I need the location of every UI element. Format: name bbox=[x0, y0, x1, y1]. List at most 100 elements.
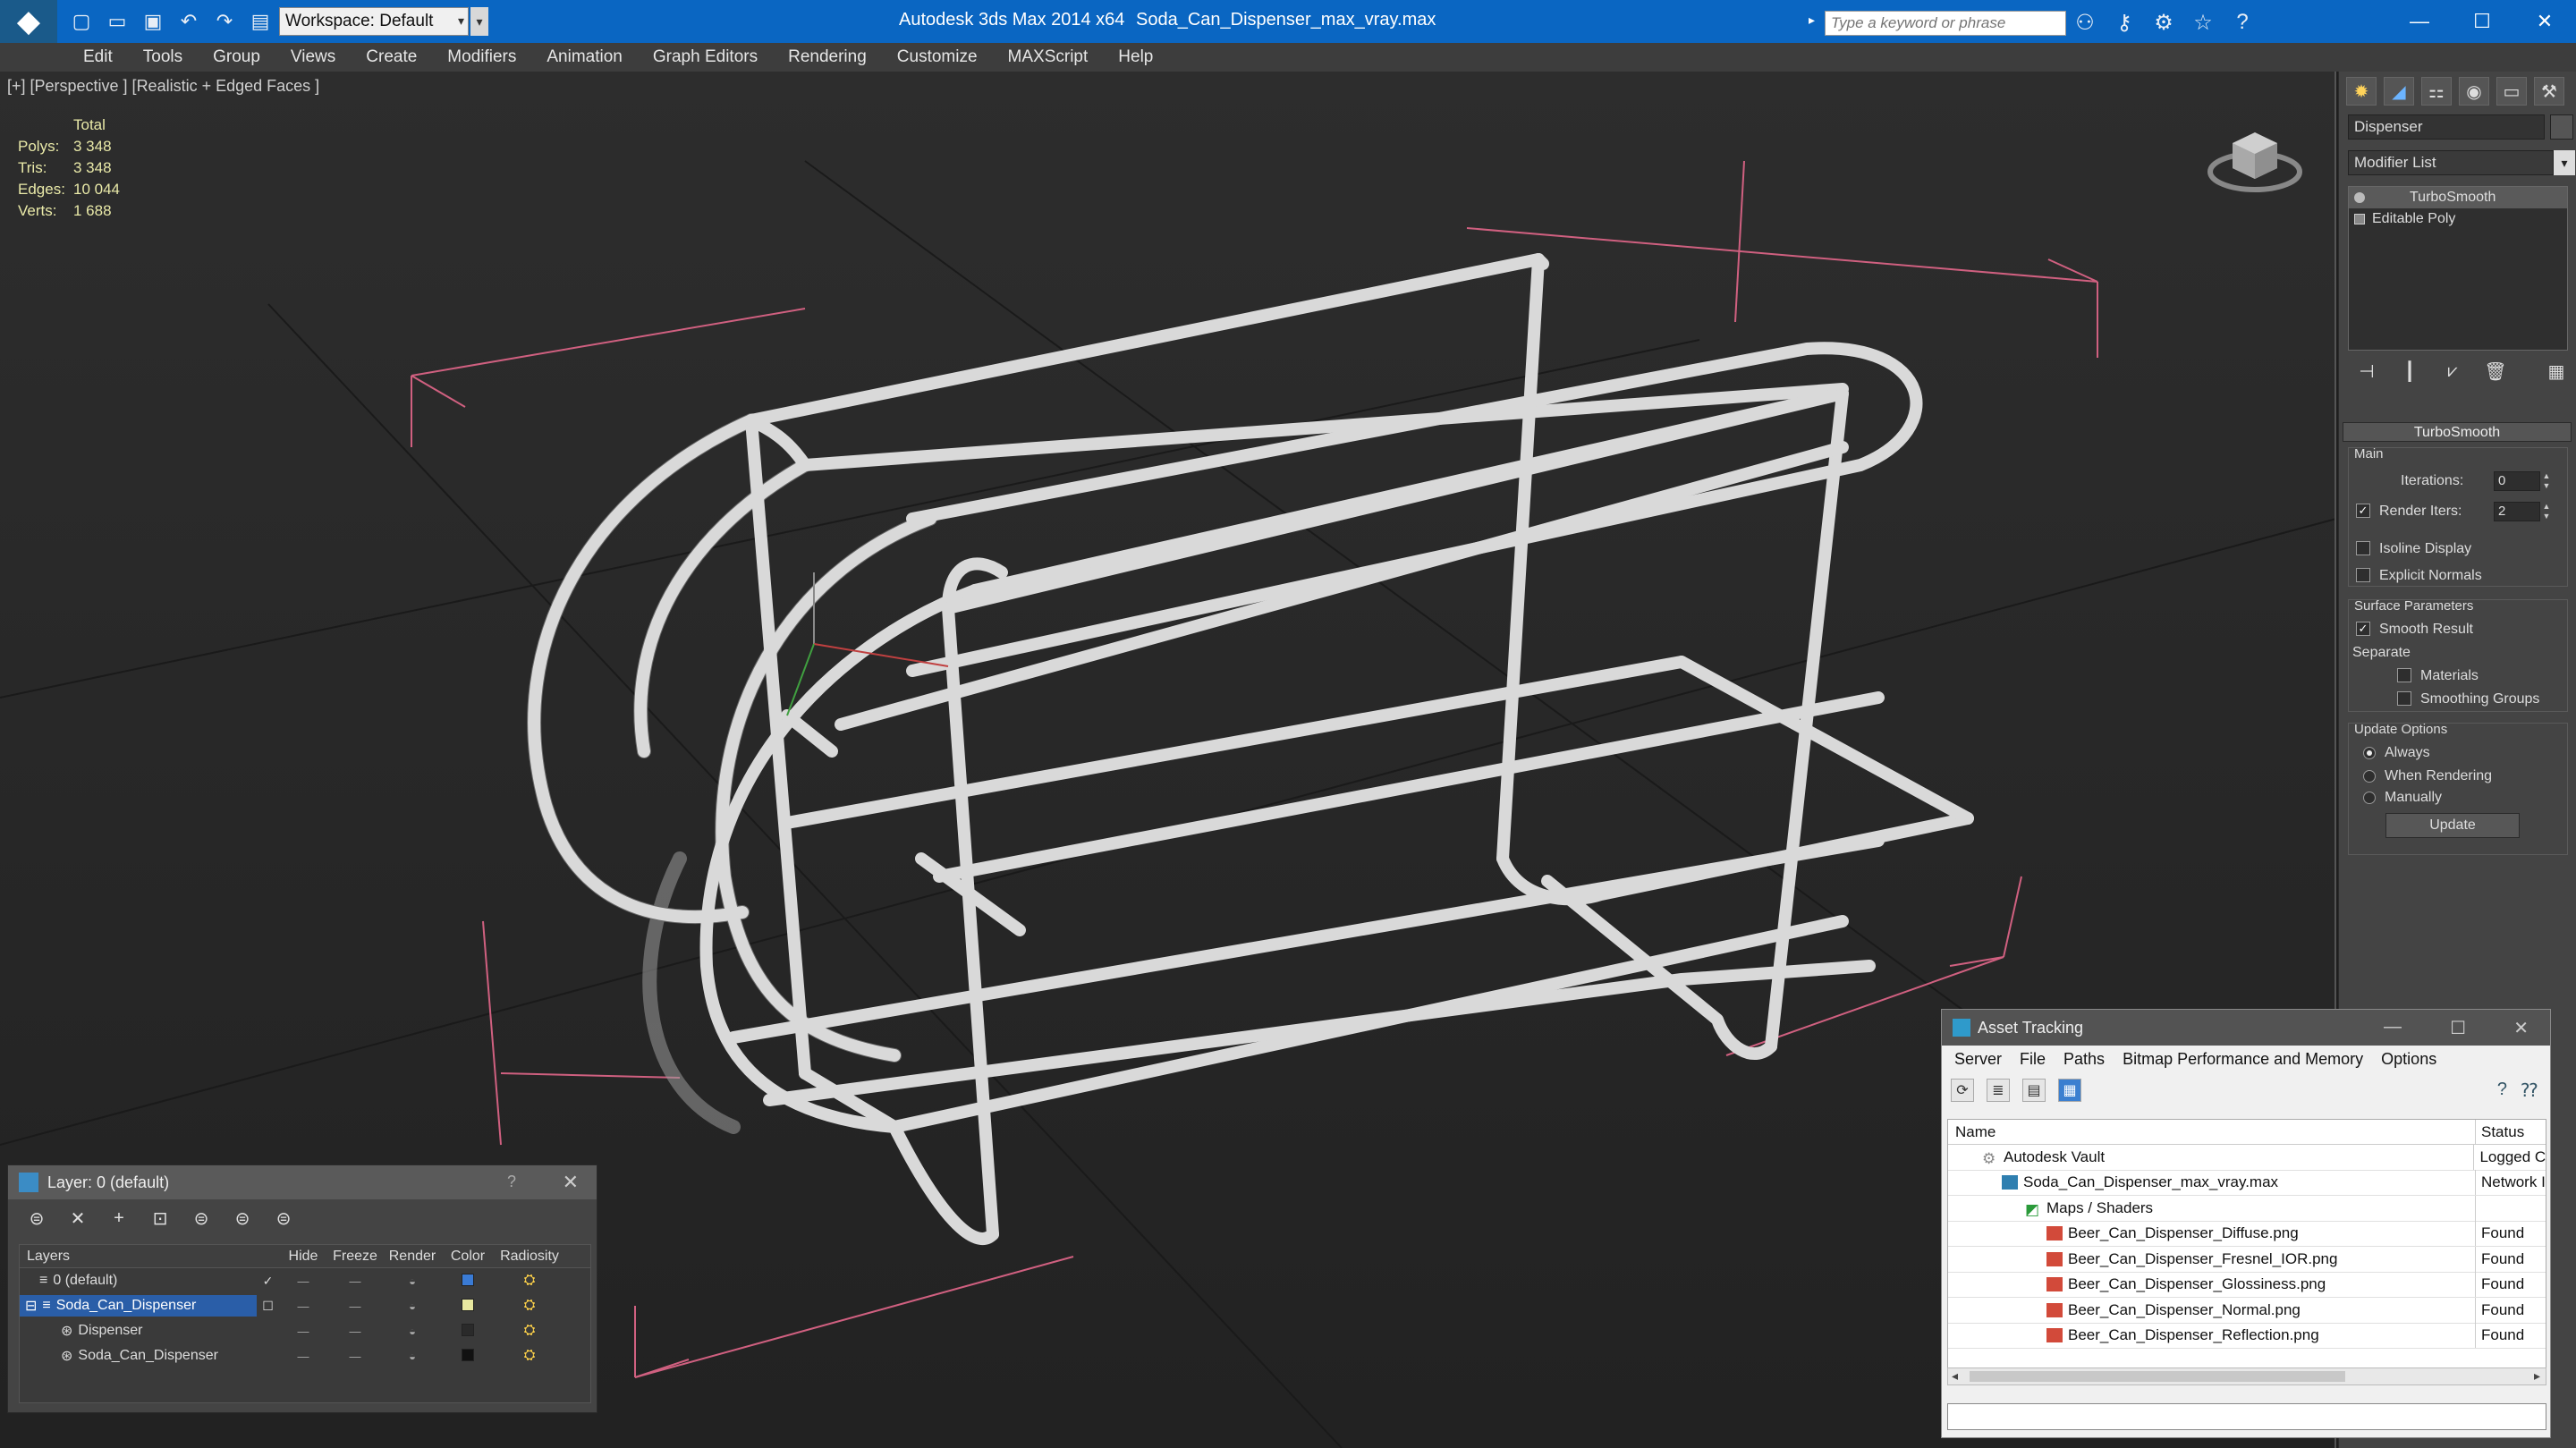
detail-view-icon[interactable]: ▤ bbox=[2022, 1079, 2046, 1102]
show-end-result-icon[interactable]: ┃ bbox=[2396, 358, 2423, 385]
freeze-toggle-icon[interactable]: — bbox=[327, 1274, 383, 1288]
modify-tab-icon[interactable]: ◢ bbox=[2384, 77, 2414, 106]
expand-icon[interactable] bbox=[2354, 214, 2365, 224]
asset-row[interactable]: Beer_Can_Dispenser_Diffuse.png Found bbox=[1948, 1221, 2546, 1247]
layer-row[interactable]: ⊛ Soda_Can_Dispenser — — ◒ ⛭ bbox=[20, 1343, 590, 1368]
close-icon[interactable]: ✕ bbox=[563, 1171, 579, 1194]
highlight-layer-icon[interactable]: ⊜ bbox=[191, 1207, 212, 1229]
update-button[interactable]: Update bbox=[2385, 813, 2520, 838]
undo-icon[interactable]: ↶ bbox=[175, 8, 202, 35]
smoothing-groups-checkbox[interactable] bbox=[2397, 691, 2411, 706]
menu-graph-editors[interactable]: Graph Editors bbox=[638, 47, 773, 67]
object-color-swatch[interactable] bbox=[2550, 114, 2573, 140]
save-file-icon[interactable]: ▣ bbox=[140, 8, 166, 35]
help-icon[interactable]: ? bbox=[2497, 1080, 2507, 1100]
isoline-display-checkbox[interactable] bbox=[2356, 541, 2370, 555]
object-color-swatch[interactable] bbox=[462, 1348, 474, 1361]
hide-toggle-icon[interactable]: — bbox=[279, 1300, 327, 1313]
favorites-star-icon[interactable]: ☆ bbox=[2190, 9, 2216, 36]
render-iters-spinner[interactable]: 2 bbox=[2494, 502, 2540, 521]
asset-tracking-title-bar[interactable]: Asset Tracking — ☐ ✕ bbox=[1942, 1010, 2550, 1046]
scroll-left-icon[interactable]: ◂ bbox=[1952, 1368, 1958, 1384]
refresh-icon[interactable]: ⟳ bbox=[1951, 1079, 1974, 1102]
stack-item-editable-poly[interactable]: Editable Poly bbox=[2349, 208, 2567, 230]
asset-row[interactable]: ⚙ Autodesk Vault Logged C bbox=[1948, 1144, 2546, 1171]
layer-row[interactable]: ≡ 0 (default) ✓ — — ◒ ⛭ bbox=[20, 1268, 590, 1293]
col-layers[interactable]: Layers bbox=[20, 1249, 279, 1265]
make-unique-icon[interactable]: ⩗ bbox=[2439, 358, 2466, 385]
delete-layer-icon[interactable]: ✕ bbox=[67, 1207, 89, 1229]
freeze-all-layers-icon[interactable]: ⊜ bbox=[273, 1207, 294, 1229]
hide-toggle-icon[interactable]: — bbox=[279, 1325, 327, 1338]
minimize-icon[interactable]: — bbox=[2384, 1017, 2402, 1037]
render-toggle-icon[interactable]: ◒ bbox=[383, 1325, 442, 1338]
when-rendering-radio[interactable] bbox=[2363, 770, 2376, 783]
viewport-label[interactable]: [+] [Perspective ] [Realistic + Edged Fa… bbox=[7, 77, 319, 96]
menu-server[interactable]: Server bbox=[1947, 1050, 2012, 1069]
always-radio[interactable] bbox=[2363, 747, 2376, 759]
select-in-layer-icon[interactable]: ⊡ bbox=[149, 1207, 171, 1229]
communication-icon[interactable]: ⚙ bbox=[2150, 9, 2177, 36]
render-iters-checkbox[interactable]: ✓ bbox=[2356, 504, 2370, 518]
app-logo-icon[interactable]: ◆ bbox=[0, 0, 57, 43]
new-file-icon[interactable]: ▢ bbox=[68, 8, 95, 35]
pin-stack-icon[interactable]: ⊣ bbox=[2353, 358, 2380, 385]
freeze-toggle-icon[interactable]: — bbox=[327, 1350, 383, 1363]
configure-sets-icon[interactable]: ▦ bbox=[2543, 358, 2570, 385]
current-layer-check-icon[interactable]: ✓ bbox=[257, 1274, 279, 1289]
new-layer-icon[interactable]: ⊜ bbox=[26, 1207, 47, 1229]
close-icon[interactable]: ✕ bbox=[2513, 1017, 2529, 1039]
layer-row[interactable]: ⊟ ≡ Soda_Can_Dispenser ☐ — — ◒ ⛭ bbox=[20, 1293, 590, 1318]
layer-row[interactable]: ⊛ Dispenser — — ◒ ⛭ bbox=[20, 1318, 590, 1343]
create-tab-icon[interactable]: ✹ bbox=[2346, 77, 2377, 106]
menu-rendering[interactable]: Rendering bbox=[773, 47, 882, 67]
lightbulb-icon[interactable] bbox=[2354, 192, 2365, 203]
asset-row[interactable]: ◩ Maps / Shaders bbox=[1948, 1195, 2546, 1222]
menu-paths[interactable]: Paths bbox=[2056, 1050, 2115, 1069]
asset-row[interactable]: Beer_Can_Dispenser_Reflection.png Found bbox=[1948, 1323, 2546, 1349]
menu-tools[interactable]: Tools bbox=[128, 47, 198, 67]
asset-path-field[interactable] bbox=[1947, 1403, 2546, 1430]
menu-bitmap-performance[interactable]: Bitmap Performance and Memory bbox=[2115, 1050, 2374, 1069]
list-view-icon[interactable]: ≣ bbox=[1987, 1079, 2010, 1102]
radiosity-icon[interactable]: ⛭ bbox=[494, 1323, 565, 1339]
open-file-icon[interactable]: ▭ bbox=[104, 8, 131, 35]
radiosity-icon[interactable]: ⛭ bbox=[494, 1348, 565, 1364]
radiosity-icon[interactable]: ⛭ bbox=[494, 1298, 565, 1314]
hide-toggle-icon[interactable]: — bbox=[279, 1350, 327, 1363]
radiosity-icon[interactable]: ⛭ bbox=[494, 1273, 565, 1289]
object-color-swatch[interactable] bbox=[462, 1323, 474, 1336]
chevron-down-icon[interactable]: ▾ bbox=[2554, 150, 2575, 175]
redo-icon[interactable]: ↷ bbox=[211, 8, 238, 35]
col-color[interactable]: Color bbox=[442, 1249, 494, 1265]
menu-create[interactable]: Create bbox=[351, 47, 432, 67]
modifier-list-dropdown[interactable]: Modifier List bbox=[2348, 150, 2554, 175]
table-view-icon[interactable]: ▦ bbox=[2058, 1079, 2081, 1102]
motion-tab-icon[interactable]: ◉ bbox=[2459, 77, 2489, 106]
search-expand-icon[interactable]: ▸ bbox=[1809, 13, 1823, 32]
scrollbar-thumb[interactable] bbox=[1970, 1371, 2345, 1382]
menu-file[interactable]: File bbox=[2012, 1050, 2056, 1069]
menu-help[interactable]: Help bbox=[1103, 47, 1168, 67]
iterations-spinner[interactable]: 0 bbox=[2494, 471, 2540, 491]
menu-maxscript[interactable]: MAXScript bbox=[993, 47, 1104, 67]
maximize-icon[interactable]: ☐ bbox=[2450, 1017, 2466, 1039]
col-render[interactable]: Render bbox=[383, 1249, 442, 1265]
spinner-arrows-icon[interactable]: ▲ ▼ bbox=[2540, 502, 2553, 521]
utilities-tab-icon[interactable]: ⚒ bbox=[2534, 77, 2564, 106]
help-icon[interactable]: ? bbox=[507, 1173, 516, 1191]
maximize-icon[interactable]: ☐ bbox=[2451, 0, 2513, 43]
menu-modifiers[interactable]: Modifiers bbox=[432, 47, 531, 67]
search-input[interactable] bbox=[1825, 11, 2066, 36]
stack-item-turbosmooth[interactable]: TurboSmooth bbox=[2349, 187, 2567, 208]
collapse-icon[interactable]: ⊟ bbox=[25, 1297, 37, 1315]
context-help-icon[interactable]: ⁇ bbox=[2521, 1080, 2538, 1102]
asset-row[interactable]: Soda_Can_Dispenser_max_vray.max Network … bbox=[1948, 1170, 2546, 1196]
asset-row[interactable]: Beer_Can_Dispenser_Normal.png Found bbox=[1948, 1297, 2546, 1324]
key-icon[interactable]: ⚷ bbox=[2111, 9, 2138, 36]
layer-color-swatch[interactable] bbox=[462, 1273, 474, 1286]
menu-animation[interactable]: Animation bbox=[531, 47, 638, 67]
minimize-icon[interactable]: — bbox=[2388, 0, 2451, 43]
freeze-toggle-icon[interactable]: — bbox=[327, 1325, 383, 1338]
remove-modifier-icon[interactable]: 🗑 bbox=[2482, 358, 2509, 385]
